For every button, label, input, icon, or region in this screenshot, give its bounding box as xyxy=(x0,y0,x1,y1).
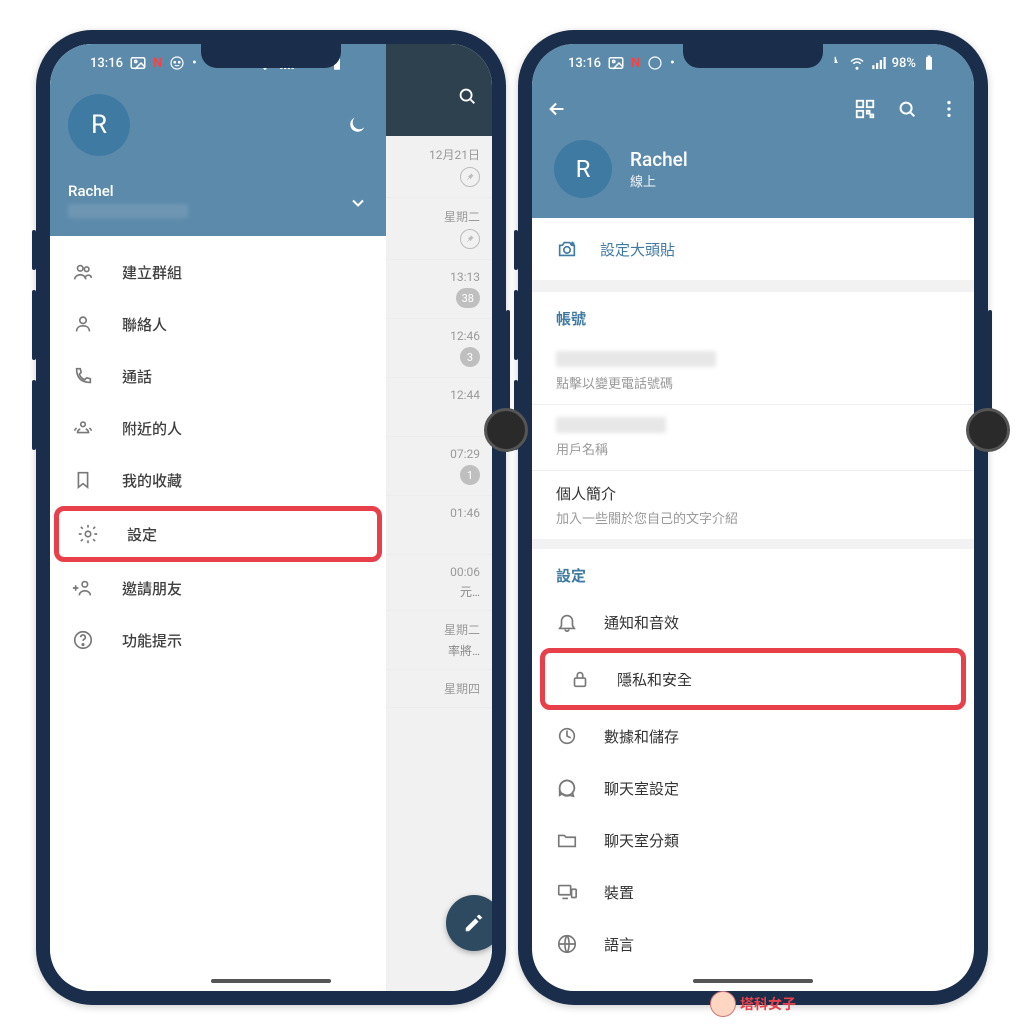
camera-add-icon xyxy=(556,238,578,260)
profile-name: Rachel xyxy=(630,148,688,171)
phone-number-blurred xyxy=(556,351,716,367)
add-person-icon xyxy=(72,577,94,599)
account-bio-row[interactable]: 個人簡介 加入一些關於您自己的文字介紹 xyxy=(532,471,974,539)
globe-icon xyxy=(556,933,578,955)
folder-icon xyxy=(556,829,578,851)
chat-icon xyxy=(556,777,578,799)
settings-folders[interactable]: 聊天室分類 xyxy=(532,814,974,866)
group-icon xyxy=(72,261,94,283)
pin-icon xyxy=(460,229,480,249)
status-time: 13:16 xyxy=(90,56,123,71)
drawer-item-nearby[interactable]: 附近的人 xyxy=(50,402,386,454)
cat-icon xyxy=(646,54,664,72)
drawer-item-label: 我的收藏 xyxy=(122,470,182,491)
drawer-item-label: 功能提示 xyxy=(122,630,182,651)
battery-percent: 98% xyxy=(892,56,916,71)
pin-icon xyxy=(460,167,480,187)
drawer-item-label: 聯絡人 xyxy=(122,314,167,335)
settings-notifications[interactable]: 通知和音效 xyxy=(532,596,974,648)
drawer-item-calls[interactable]: 通話 xyxy=(50,350,386,402)
profile-status: 線上 xyxy=(630,171,688,190)
image-icon xyxy=(129,54,147,72)
username-blurred xyxy=(556,417,666,433)
drawer-item-label: 附近的人 xyxy=(122,418,182,439)
more-dot: • xyxy=(192,56,197,71)
netflix-icon: N xyxy=(631,56,640,71)
drawer-item-invite[interactable]: 邀請朋友 xyxy=(50,562,386,614)
signal-icon xyxy=(870,54,888,72)
settings-chat[interactable]: 聊天室設定 xyxy=(532,762,974,814)
more-dot: • xyxy=(670,56,675,71)
chat-list-behind: 12月21日 星期二 13:1338 12:463 12:44 07:291 0… xyxy=(386,44,492,991)
bookmark-icon xyxy=(72,469,94,491)
search-icon[interactable] xyxy=(456,85,478,107)
home-indicator[interactable] xyxy=(693,979,813,983)
wifi-icon xyxy=(848,54,866,72)
drawer-item-contacts[interactable]: 聯絡人 xyxy=(50,298,386,350)
battery-icon xyxy=(920,54,938,72)
devices-icon xyxy=(556,881,578,903)
set-photo-row[interactable]: 設定大頭貼 xyxy=(532,218,974,292)
settings-data[interactable]: 數據和儲存 xyxy=(532,710,974,762)
cat-icon xyxy=(168,54,186,72)
help-icon xyxy=(72,629,94,651)
qr-icon[interactable] xyxy=(854,98,876,120)
drawer-item-label: 通話 xyxy=(122,366,152,387)
account-phone-row[interactable]: 點擊以變更電話號碼 xyxy=(532,339,974,404)
camera-lens-decoration xyxy=(966,408,1010,452)
navigation-drawer: 13:16 N • 98% R xyxy=(50,44,386,991)
drawer-item-label: 邀請朋友 xyxy=(122,578,182,599)
status-time: 13:16 xyxy=(568,56,601,71)
nearby-icon xyxy=(72,417,94,439)
night-mode-icon[interactable] xyxy=(346,114,368,136)
drawer-item-tips[interactable]: 功能提示 xyxy=(50,614,386,666)
gear-icon xyxy=(77,523,99,545)
data-icon xyxy=(556,725,578,747)
avatar[interactable]: R xyxy=(68,94,130,156)
section-account-title: 帳號 xyxy=(532,292,974,339)
search-icon[interactable] xyxy=(896,98,918,120)
drawer-item-new-group[interactable]: 建立群組 xyxy=(50,246,386,298)
settings-privacy[interactable]: 隱私和安全 xyxy=(540,648,966,710)
drawer-item-label: 建立群組 xyxy=(122,262,182,283)
lock-icon xyxy=(569,668,591,690)
image-icon xyxy=(607,54,625,72)
settings-language[interactable]: 語言 xyxy=(532,918,974,970)
settings-devices[interactable]: 裝置 xyxy=(532,866,974,918)
drawer-item-label: 設定 xyxy=(127,524,157,545)
drawer-item-saved[interactable]: 我的收藏 xyxy=(50,454,386,506)
back-icon[interactable] xyxy=(546,98,568,120)
avatar[interactable]: R xyxy=(554,140,612,198)
drawer-user-name: Rachel xyxy=(68,182,188,200)
section-settings-title: 設定 xyxy=(532,549,974,596)
camera-lens-decoration xyxy=(484,408,528,452)
chevron-down-icon[interactable] xyxy=(348,193,368,213)
netflix-icon: N xyxy=(153,56,162,71)
account-username-row[interactable]: 用戶名稱 xyxy=(532,405,974,470)
bell-icon xyxy=(556,611,578,633)
set-photo-label: 設定大頭貼 xyxy=(600,239,675,260)
home-indicator[interactable] xyxy=(211,979,331,983)
phone-icon xyxy=(72,365,94,387)
drawer-item-settings[interactable]: 設定 xyxy=(54,506,382,562)
watermark: 塔科女子 xyxy=(710,991,796,1017)
person-icon xyxy=(72,313,94,335)
drawer-phone-blurred xyxy=(68,204,188,218)
more-icon[interactable] xyxy=(938,98,960,120)
compose-fab[interactable] xyxy=(446,895,492,951)
vibrate-icon xyxy=(826,54,844,72)
